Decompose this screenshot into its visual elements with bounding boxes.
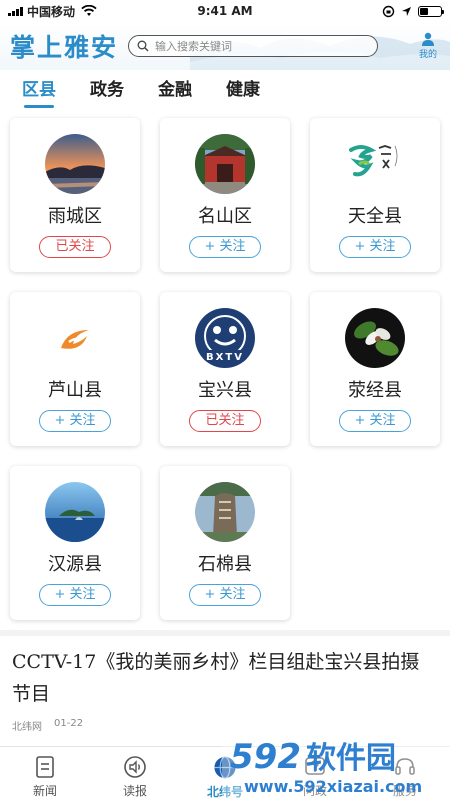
news-date: 01-22 <box>54 718 84 729</box>
county-name: 雨城区 <box>48 206 102 227</box>
service-icon <box>395 758 415 775</box>
speaker-icon <box>124 756 146 778</box>
county-name: 汉源县 <box>48 554 102 575</box>
category-tabs: 区县 政务 金融 健康 <box>0 72 450 112</box>
wifi-icon <box>81 5 97 16</box>
signal-icon <box>8 6 23 16</box>
nav-service-label: 服务 <box>392 784 417 798</box>
carrier-name: 中国移动 <box>27 4 76 19</box>
county-card-lushan[interactable]: 芦山县 + 关注 <box>10 292 140 446</box>
tab-government[interactable]: 政务 <box>90 72 124 108</box>
bottom-nav: 新闻 读报 北纬号 问政 服务 <box>0 746 450 800</box>
search-box[interactable] <box>128 35 379 57</box>
svg-text:BXTV: BXTV <box>206 352 244 363</box>
tab-health[interactable]: 健康 <box>226 72 260 108</box>
follow-button[interactable]: + 关注 <box>189 584 261 606</box>
newspaper-icon <box>36 756 54 778</box>
followed-button[interactable]: 已关注 <box>189 410 261 432</box>
temple-gate-photo-icon <box>195 134 255 194</box>
county-name: 名山区 <box>198 206 252 227</box>
news-meta: 北纬网 01-22 <box>12 718 438 733</box>
nav-read-paper[interactable]: 读报 <box>90 747 180 800</box>
county-card-yucheng[interactable]: 雨城区 已关注 <box>10 118 140 272</box>
status-bar: 中国移动 9:41 AM <box>0 0 450 22</box>
county-card-hanyuan[interactable]: 汉源县 + 关注 <box>10 466 140 620</box>
app-title: 掌上雅安 <box>10 33 119 62</box>
status-time: 9:41 AM <box>197 4 253 18</box>
lake-island-photo-icon <box>45 482 105 542</box>
nav-beiwei[interactable]: 北纬号 <box>180 747 270 800</box>
county-name: 天全县 <box>348 206 402 227</box>
nav-news-label: 新闻 <box>32 784 57 798</box>
followed-button[interactable]: 已关注 <box>39 236 111 258</box>
question-icon <box>305 757 325 775</box>
location-arrow-icon <box>402 6 411 16</box>
county-name: 荥经县 <box>348 380 402 401</box>
nav-service[interactable]: 服务 <box>360 747 450 800</box>
follow-button[interactable]: + 关注 <box>39 584 111 606</box>
tianquan-logo-icon <box>345 134 405 194</box>
county-name: 石棉县 <box>198 554 252 575</box>
news-source: 北纬网 <box>12 722 42 733</box>
news-item[interactable]: CCTV-17《我的美丽乡村》栏目组赴宝兴县拍摄节目 北纬网 01-22 <box>0 630 450 746</box>
nav-read-paper-label: 读报 <box>122 784 147 798</box>
orange-swoosh-logo-icon <box>45 308 105 368</box>
county-name: 芦山县 <box>48 380 102 401</box>
county-card-shimian[interactable]: 石棉县 + 关注 <box>160 466 290 620</box>
county-card-baoxing[interactable]: BXTV 宝兴县 已关注 <box>160 292 290 446</box>
news-title[interactable]: CCTV-17《我的美丽乡村》栏目组赴宝兴县拍摄节目 <box>12 646 438 710</box>
search-icon <box>137 40 149 52</box>
stone-monument-photo-icon <box>195 482 255 542</box>
nav-news[interactable]: 新闻 <box>0 747 90 800</box>
follow-button[interactable]: + 关注 <box>339 236 411 258</box>
county-card-yingjing[interactable]: 荥经县 + 关注 <box>310 292 440 446</box>
globe-icon <box>214 756 236 779</box>
follow-button[interactable]: + 关注 <box>339 410 411 432</box>
bxtv-panda-logo-icon: BXTV <box>195 308 255 368</box>
nav-inquiry[interactable]: 问政 <box>270 747 360 800</box>
user-icon <box>422 32 434 46</box>
my-profile-button[interactable]: 我的 <box>416 32 440 60</box>
app-header: 掌上雅安 我的 <box>0 22 450 70</box>
my-profile-label: 我的 <box>418 50 437 60</box>
dove-tree-flower-photo-icon <box>345 308 405 368</box>
county-name: 宝兴县 <box>198 380 252 401</box>
battery-icon <box>418 5 444 17</box>
nav-inquiry-label: 问政 <box>302 784 327 798</box>
county-card-mingshan[interactable]: 名山区 + 关注 <box>160 118 290 272</box>
search-input[interactable] <box>155 39 356 53</box>
rotation-lock-icon <box>382 5 395 17</box>
tab-finance[interactable]: 金融 <box>158 72 192 108</box>
follow-button[interactable]: + 关注 <box>39 410 111 432</box>
tab-counties[interactable]: 区县 <box>22 72 56 108</box>
follow-button[interactable]: + 关注 <box>189 236 261 258</box>
county-grid: 雨城区 已关注 名山区 + 关注 天全县 + 关注 芦山县 + 关注 BXTV … <box>10 118 440 620</box>
sunset-lake-photo-icon <box>45 134 105 194</box>
nav-beiwei-label: 北纬号 <box>206 785 243 799</box>
county-card-tianquan[interactable]: 天全县 + 关注 <box>310 118 440 272</box>
